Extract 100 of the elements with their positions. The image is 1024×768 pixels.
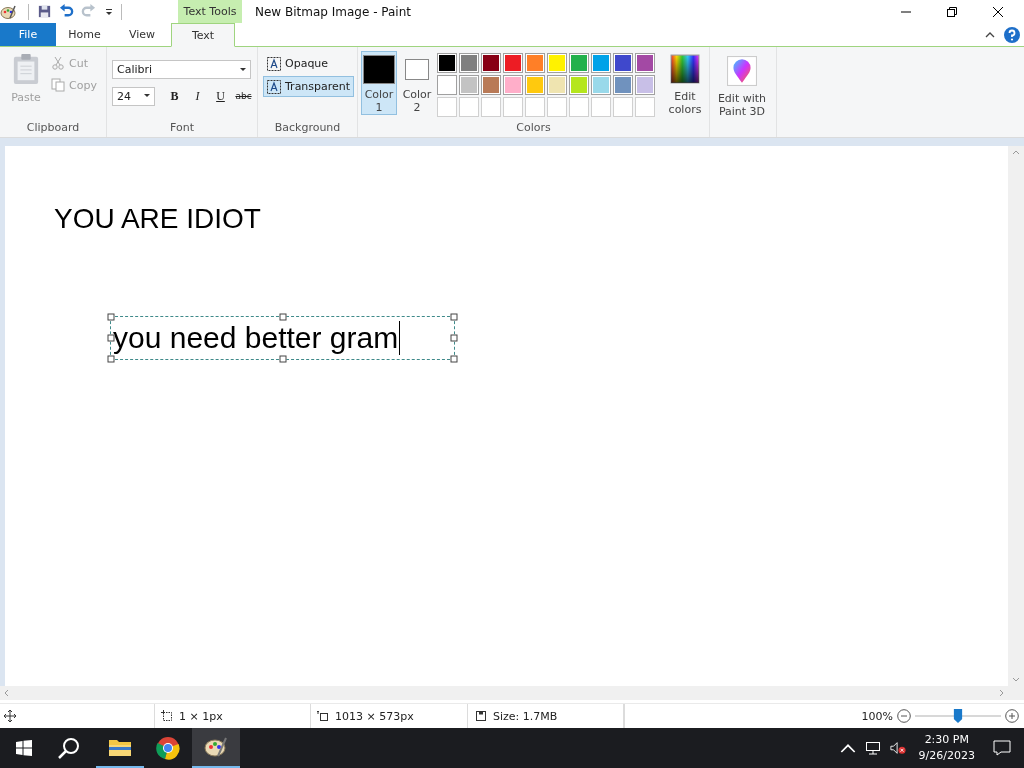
color-swatch[interactable] — [547, 75, 567, 95]
resize-handle[interactable] — [279, 313, 286, 321]
undo-icon[interactable] — [59, 4, 74, 19]
font-style-button[interactable]: abc — [232, 86, 255, 106]
empty-color-slot[interactable] — [459, 97, 479, 117]
edit-colors-button[interactable]: Edit colors — [661, 51, 709, 117]
font-size-dropdown[interactable]: 24 — [112, 86, 155, 106]
vertical-scrollbar[interactable] — [1008, 146, 1024, 686]
ribbon-tab[interactable]: Text — [171, 23, 235, 47]
color-swatch[interactable] — [481, 53, 501, 73]
customize-caret-icon[interactable] — [105, 7, 113, 16]
close-icon[interactable] — [992, 5, 1004, 18]
color-swatch[interactable] — [635, 75, 655, 95]
color-swatch[interactable] — [459, 53, 479, 73]
color-swatch[interactable] — [569, 75, 589, 95]
color-swatch[interactable] — [569, 53, 589, 73]
resize-handle[interactable] — [450, 334, 458, 342]
start-windows-icon[interactable] — [16, 740, 32, 756]
paint-3d-button[interactable]: Edit with Paint 3D — [712, 53, 772, 137]
empty-color-slot[interactable] — [503, 97, 523, 117]
scissors-icon — [51, 56, 65, 70]
muted-speaker-icon[interactable] — [889, 741, 906, 755]
cursor-position-icon — [4, 710, 16, 722]
group-label: Background — [273, 121, 342, 136]
color-swatch[interactable] — [547, 53, 567, 73]
clock-date[interactable]: 9/26/2023 — [918, 748, 975, 764]
selection-size-icon — [161, 710, 173, 722]
empty-color-slot[interactable] — [525, 97, 545, 117]
color-swatch[interactable] — [503, 75, 523, 95]
color-swatch[interactable] — [525, 53, 545, 73]
background-option[interactable]: Transparent — [263, 76, 355, 97]
dropdown-arrow-icon — [144, 94, 150, 98]
empty-color-slot[interactable] — [613, 97, 633, 117]
clock-time[interactable]: 2:30 PM — [924, 732, 969, 748]
resize-handle[interactable] — [450, 355, 458, 363]
search-icon[interactable] — [58, 737, 80, 759]
scroll-down-icon[interactable] — [1012, 677, 1020, 682]
color-swatch[interactable] — [525, 75, 545, 95]
color-swatch[interactable] — [437, 75, 457, 95]
empty-color-slot[interactable] — [569, 97, 589, 117]
file-menu-tab[interactable]: File — [0, 23, 56, 46]
empty-color-slot[interactable] — [591, 97, 611, 117]
group-label: Clipboard — [25, 121, 81, 136]
font-style-button[interactable]: U — [209, 86, 232, 106]
color-swatch[interactable] — [459, 75, 479, 95]
copy-icon — [51, 78, 65, 92]
empty-color-slot[interactable] — [547, 97, 567, 117]
scroll-up-icon[interactable] — [1012, 150, 1020, 155]
restore-icon[interactable] — [946, 5, 958, 18]
color-swatch[interactable] — [613, 75, 633, 95]
text-frame-icon — [267, 56, 281, 71]
notification-icon[interactable] — [993, 740, 1011, 756]
file-size: Size: 1.7MB — [493, 709, 558, 723]
drawing-canvas[interactable]: YOU ARE IDIOT you need better gram — [5, 146, 1008, 686]
canvas-size-icon — [317, 710, 329, 722]
help-icon[interactable] — [1004, 26, 1020, 43]
font-family-dropdown[interactable]: Calibri — [112, 60, 251, 79]
resize-handle[interactable] — [107, 313, 115, 321]
save-icon[interactable] — [37, 4, 52, 19]
scroll-right-icon[interactable] — [999, 689, 1004, 697]
color-swatch[interactable] — [591, 75, 611, 95]
text-box[interactable]: you need better gram — [110, 316, 455, 360]
save-icon — [475, 710, 487, 722]
scroll-left-icon[interactable] — [4, 689, 9, 697]
font-style-button[interactable]: I — [186, 86, 209, 106]
window-title: New Bitmap Image - Paint — [255, 4, 411, 19]
contextual-tab-header: Text Tools — [178, 0, 242, 23]
collapse-ribbon-icon[interactable] — [985, 31, 995, 38]
clipboard-icon — [12, 53, 40, 85]
color-spectrum-icon — [670, 54, 700, 84]
resize-handle[interactable] — [107, 355, 115, 363]
selection-size: 1 × 1px — [179, 709, 223, 723]
color-selector[interactable]: Color 2 — [399, 51, 435, 115]
background-option[interactable]: Opaque — [263, 53, 333, 74]
color-swatch[interactable] — [481, 75, 501, 95]
paint-taskbar-icon[interactable] — [192, 728, 240, 768]
canvas-text: YOU ARE IDIOT — [54, 203, 261, 235]
network-icon[interactable] — [864, 741, 881, 755]
color-swatch[interactable] — [437, 53, 457, 73]
color-selector[interactable]: Color 1 — [361, 51, 397, 115]
canvas-size: 1013 × 573px — [335, 709, 414, 723]
resize-handle[interactable] — [107, 334, 115, 342]
group-label: Colors — [515, 121, 552, 136]
empty-color-slot[interactable] — [481, 97, 501, 117]
color-swatch[interactable] — [591, 53, 611, 73]
color-swatch[interactable] — [635, 53, 655, 73]
empty-color-slot[interactable] — [635, 97, 655, 117]
horizontal-scrollbar[interactable] — [0, 686, 1024, 700]
ribbon-tab[interactable]: View — [113, 23, 171, 46]
color-swatch[interactable] — [503, 53, 523, 73]
zoom-out-icon[interactable] — [897, 709, 911, 723]
zoom-in-icon[interactable] — [1005, 709, 1019, 723]
resize-handle[interactable] — [279, 355, 286, 363]
text-caret — [399, 321, 401, 355]
color-swatch[interactable] — [613, 53, 633, 73]
font-style-button[interactable]: B — [163, 86, 186, 106]
paint-palette-icon[interactable] — [0, 3, 16, 20]
resize-handle[interactable] — [450, 313, 458, 321]
empty-color-slot[interactable] — [437, 97, 457, 117]
ribbon-tab[interactable]: Home — [56, 23, 113, 46]
